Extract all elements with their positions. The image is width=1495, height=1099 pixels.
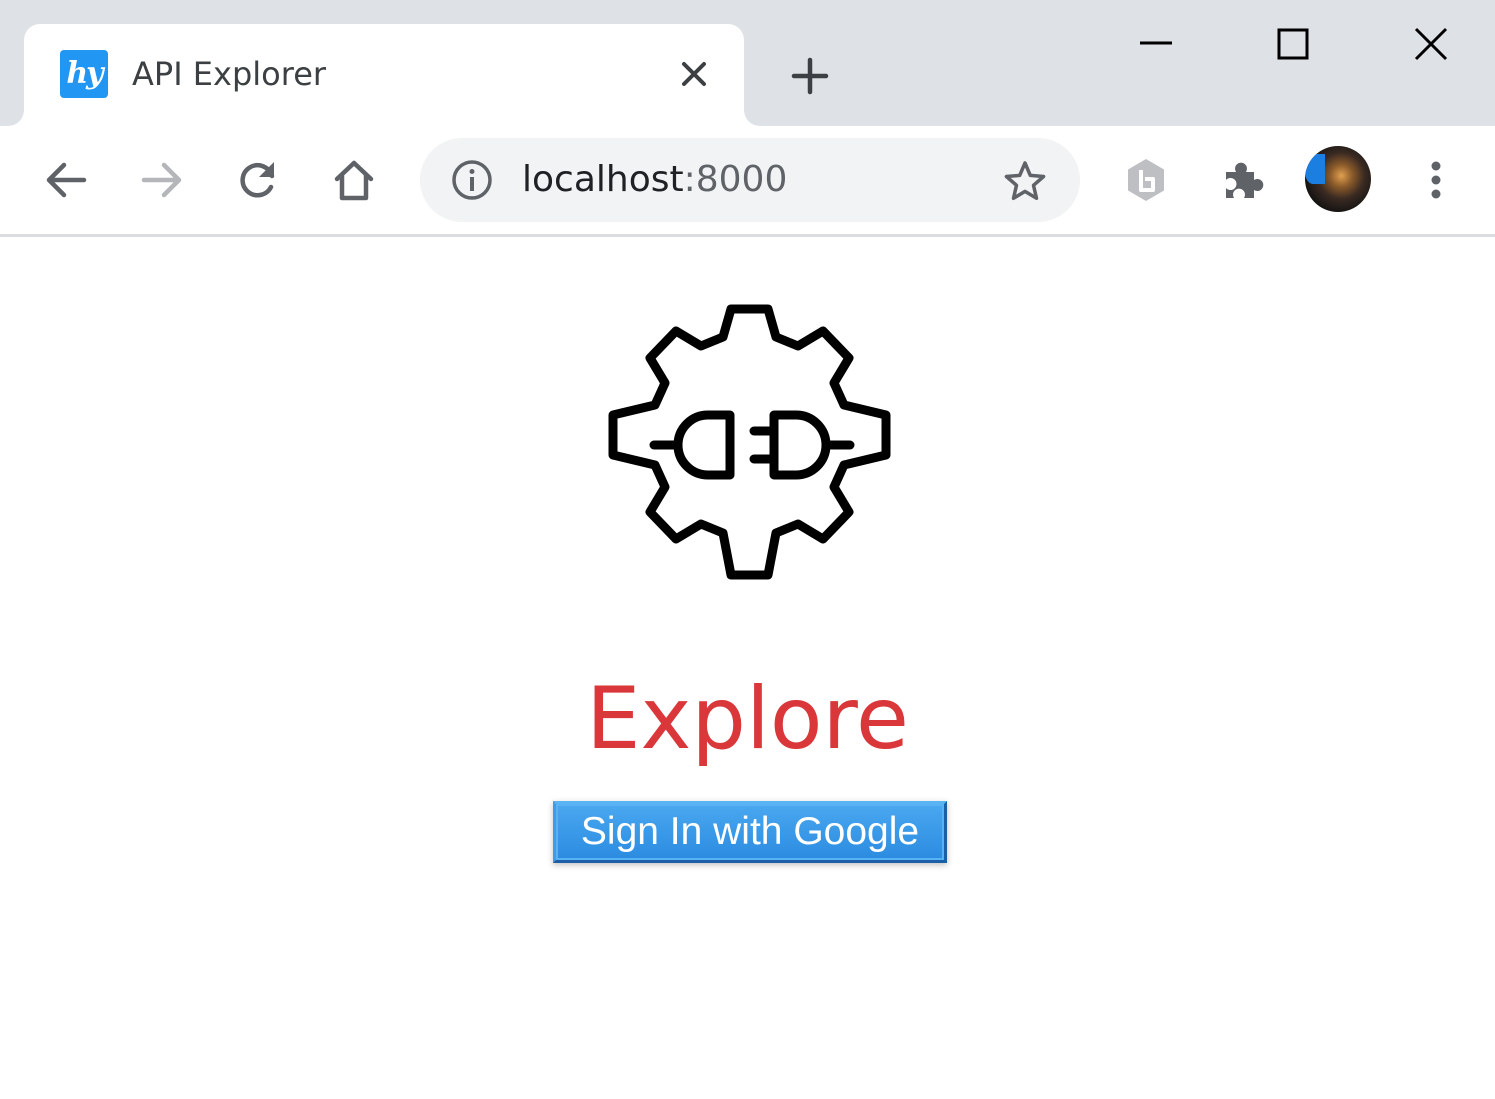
browser-window: hy API Explorer localhost:8000 Explore S… (0, 0, 1495, 1099)
tab-strip: hy API Explorer (0, 0, 1495, 126)
hexagon-extension-icon[interactable] (1122, 156, 1170, 204)
url-port: :8000 (683, 159, 788, 200)
maximize-icon[interactable] (1269, 20, 1317, 68)
favicon-icon: hy (60, 50, 108, 98)
url-host: localhost (522, 159, 684, 200)
close-tab-icon[interactable] (676, 56, 712, 92)
url-text[interactable]: localhost:8000 (522, 156, 787, 204)
arrow-left-icon[interactable] (40, 154, 92, 206)
gear-plug-icon (608, 304, 891, 580)
star-icon[interactable] (1002, 158, 1048, 204)
reload-icon[interactable] (232, 154, 284, 206)
tab-api-explorer[interactable]: hy API Explorer (24, 24, 744, 126)
page-content: Explore Sign In with Google (0, 237, 1495, 1099)
kebab-menu-icon[interactable] (1412, 156, 1460, 204)
tab-title: API Explorer (132, 55, 327, 93)
favicon-text: hy (66, 56, 103, 91)
plus-icon[interactable] (788, 54, 832, 98)
arrow-right-icon[interactable] (136, 154, 188, 206)
close-icon[interactable] (1407, 20, 1455, 68)
address-bar[interactable]: localhost:8000 (420, 138, 1080, 222)
puzzle-icon[interactable] (1218, 156, 1266, 204)
sign-in-google-button[interactable]: Sign In with Google (553, 801, 947, 863)
info-icon[interactable] (450, 158, 494, 202)
browser-toolbar: localhost:8000 (0, 126, 1495, 237)
avatar[interactable] (1305, 146, 1371, 212)
home-icon[interactable] (328, 154, 380, 206)
minimize-icon[interactable] (1132, 20, 1180, 68)
page-title: Explore (586, 669, 909, 769)
